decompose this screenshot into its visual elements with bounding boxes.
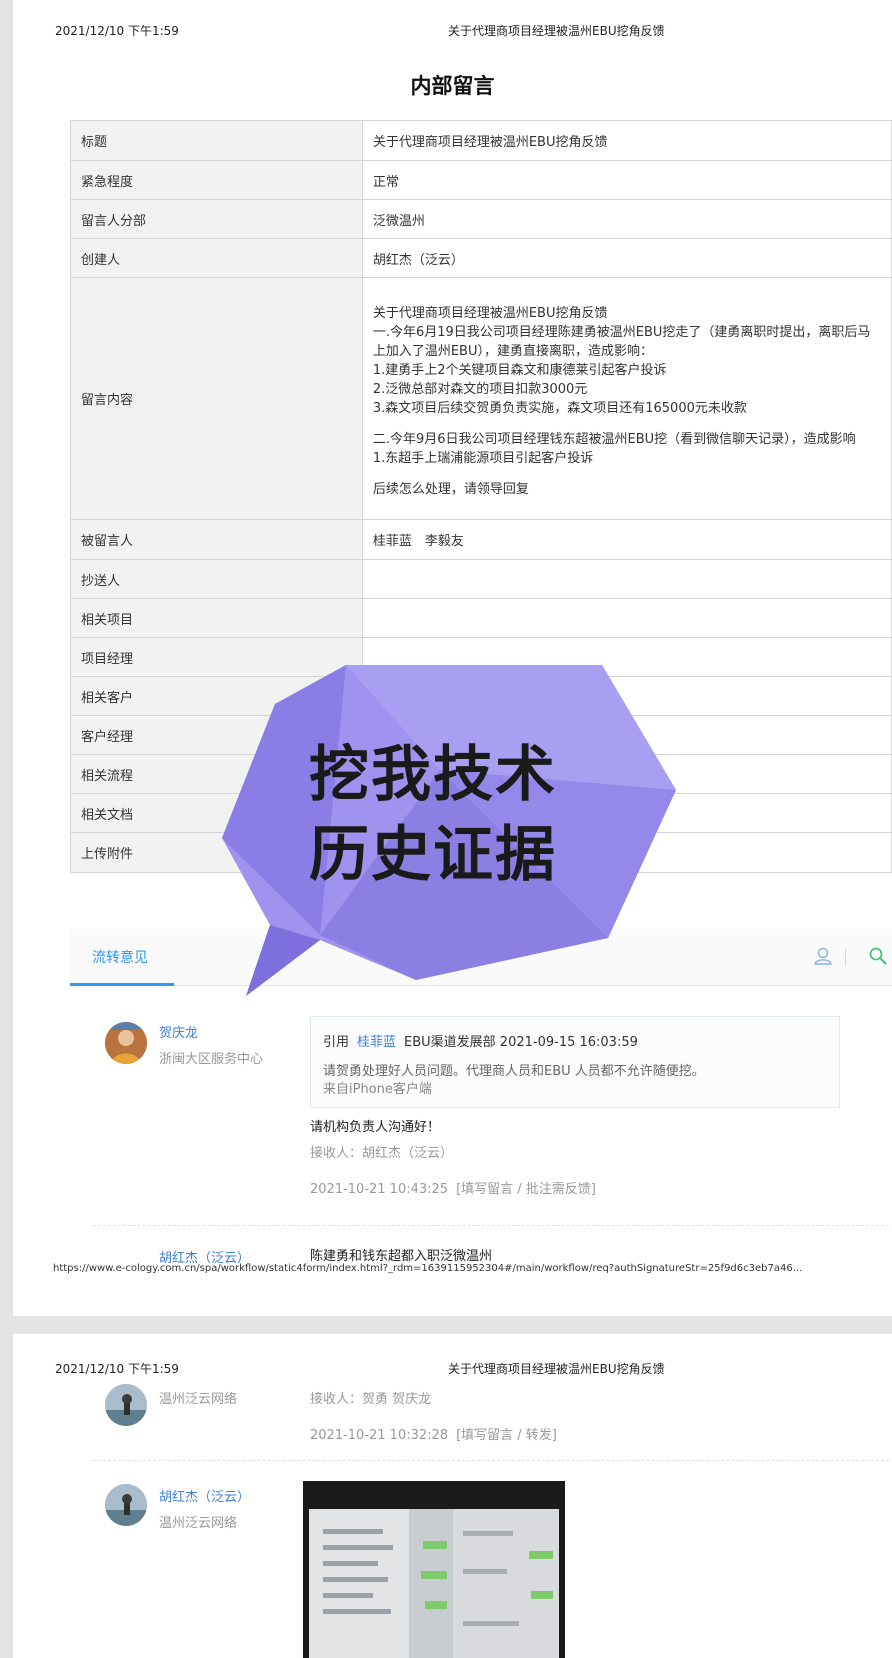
- form-value: 桂菲蓝 李毅友: [361, 519, 892, 560]
- form-label: 相关项目: [70, 598, 363, 638]
- document-title: 内部留言: [410, 74, 495, 98]
- attached-screenshot-image[interactable]: [303, 1481, 565, 1658]
- tab-flow-opinions[interactable]: 流转意见: [92, 947, 148, 967]
- overlay-line-2: 历史证据: [309, 820, 557, 890]
- opinion-tab-bar: 流转意见: [70, 929, 892, 986]
- quote-header: 引用 桂菲蓝 EBU渠道发展部 2021-09-15 16:03:59: [323, 1031, 638, 1050]
- content-line: 后续怎么处理，请领导回复: [372, 482, 529, 497]
- form-label: 相关客户: [70, 676, 363, 716]
- avatar: [105, 1022, 147, 1064]
- content-line: 3.森文项目后续交贺勇负责实施，森文项目还有165000元未收款: [372, 401, 747, 416]
- content-line: 二.今年9月6日我公司项目经理钱东超被温州EBU挖（看到微信聊天记录），造成影响: [372, 432, 856, 447]
- message-content: 关于代理商项目经理被温州EBU挖角反馈 一.今年6月19日我公司项目经理陈建勇被…: [361, 277, 892, 520]
- form-value: [361, 637, 892, 677]
- comment-timestamp: 2021-10-21 10:32:28: [310, 1428, 449, 1443]
- overlay-line-1: 挖我技术: [309, 740, 557, 810]
- print-page-1: 2021/12/10 下午1:59 关于代理商项目经理被温州EBU挖角反馈 内部…: [13, 0, 892, 1316]
- comment-item: 温州泛云网络 接收人：贺勇 贺庆龙 2021-10-21 10:32:28 [填写…: [70, 1384, 892, 1480]
- print-header-title: 关于代理商项目经理被温州EBU挖角反馈: [448, 1362, 665, 1376]
- form-row: 被留言人 桂菲蓝 李毅友: [70, 519, 892, 560]
- form-row: 留言人分部 泛微温州: [70, 199, 892, 239]
- form-row: 相关客户: [70, 676, 892, 716]
- commenter-dept: 温州泛云网络: [159, 1516, 238, 1531]
- print-header-title: 关于代理商项目经理被温州EBU挖角反馈: [448, 24, 665, 38]
- form-value: 关于代理商项目经理被温州EBU挖角反馈: [361, 120, 892, 161]
- quoted-user-name[interactable]: 桂菲蓝: [357, 1035, 396, 1050]
- form-row-content: 留言内容 关于代理商项目经理被温州EBU挖角反馈 一.今年6月19日我公司项目经…: [70, 277, 892, 520]
- form-value: 泛微温州: [361, 199, 892, 239]
- comment-text: 陈建勇和钱东超都入职泛微温州: [310, 1249, 493, 1264]
- form-row: 紧急程度 正常: [70, 160, 892, 200]
- comment-divider: [93, 1460, 889, 1461]
- comment-actions-link[interactable]: [填写留言 / 批注需反馈]: [456, 1182, 596, 1197]
- form-row: 相关项目: [70, 598, 892, 638]
- form-label: 抄送人: [70, 559, 363, 599]
- comment-receiver: 接收人：胡红杰（泛云）: [310, 1146, 454, 1161]
- comment-time: 2021-10-21 10:32:28 [填写留言 / 转发]: [310, 1424, 557, 1443]
- form-value: [361, 559, 892, 599]
- comment-item: 贺庆龙 浙闽大区服务中心 引用 桂菲蓝 EBU渠道发展部 2021-09-15 16…: [70, 986, 892, 1214]
- print-date: 2021/12/10 下午1:59: [55, 1362, 179, 1376]
- commenter-name[interactable]: 贺庆龙: [159, 1022, 198, 1041]
- toolbar-separator: [845, 948, 846, 966]
- form-row: 标题 关于代理商项目经理被温州EBU挖角反馈: [70, 120, 892, 161]
- comment-timestamp: 2021-10-21 10:43:25: [310, 1182, 449, 1197]
- overlay-caption: 挖我技术 历史证据: [283, 735, 583, 895]
- form-label: 标题: [70, 120, 363, 161]
- content-line: 关于代理商项目经理被温州EBU挖角反馈: [372, 306, 608, 321]
- print-url-footer: https://www.e-cology.com.cn/spa/workflow…: [53, 1263, 803, 1274]
- content-line: 1.建勇手上2个关键项目森文和康德莱引起客户投诉: [372, 363, 667, 378]
- user-filter-icon[interactable]: [812, 945, 834, 967]
- quote-meta: EBU渠道发展部 2021-09-15 16:03:59: [404, 1035, 638, 1050]
- avatar: [105, 1484, 147, 1526]
- form-value: 胡红杰（泛云）: [361, 238, 892, 278]
- form-row: 抄送人: [70, 559, 892, 599]
- commenter-name[interactable]: 胡红杰（泛云）: [159, 1486, 250, 1505]
- form-label: 留言内容: [70, 277, 363, 520]
- content-line: 一.今年6月19日我公司项目经理陈建勇被温州EBU挖走了（建勇离职时提出，离职后…: [372, 325, 871, 359]
- comment-divider: [93, 1225, 889, 1226]
- quote-text: 请贺勇处理好人员问题。代理商人员和EBU 人员都不允许随便挖。: [323, 1064, 705, 1079]
- avatar: [105, 1384, 147, 1426]
- form-label: 创建人: [70, 238, 363, 278]
- comment-time: 2021-10-21 10:43:25 [填写留言 / 批注需反馈]: [310, 1178, 596, 1197]
- comment-receiver: 接收人：贺勇 贺庆龙: [310, 1392, 432, 1407]
- form-label: 留言人分部: [70, 199, 363, 239]
- form-label: 被留言人: [70, 519, 363, 560]
- commenter-dept: 温州泛云网络: [159, 1392, 238, 1407]
- quoted-message: 引用 桂菲蓝 EBU渠道发展部 2021-09-15 16:03:59 请贺勇处理好…: [310, 1016, 840, 1108]
- comment-text: 请机构负责人沟通好！: [310, 1120, 441, 1135]
- content-line: 2.泛微总部对森文的项目扣款3000元: [372, 382, 588, 397]
- form-label: 紧急程度: [70, 160, 363, 200]
- form-value: [361, 676, 892, 716]
- form-row: 创建人 胡红杰（泛云）: [70, 238, 892, 278]
- form-row: 项目经理: [70, 637, 892, 677]
- search-icon[interactable]: [867, 945, 889, 967]
- quote-prefix: 引用: [323, 1035, 350, 1050]
- print-page-2: 2021/12/10 下午1:59 关于代理商项目经理被温州EBU挖角反馈 温州…: [13, 1334, 892, 1658]
- print-date: 2021/12/10 下午1:59: [55, 24, 179, 38]
- content-line: 1.东超手上瑞浦能源项目引起客户投诉: [372, 451, 594, 466]
- form-value: [361, 598, 892, 638]
- quote-source: 来自iPhone客户端: [323, 1082, 432, 1097]
- comment-actions-link[interactable]: [填写留言 / 转发]: [456, 1428, 557, 1443]
- form-label: 项目经理: [70, 637, 363, 677]
- form-value: 正常: [361, 160, 892, 200]
- commenter-dept: 浙闽大区服务中心: [159, 1052, 264, 1067]
